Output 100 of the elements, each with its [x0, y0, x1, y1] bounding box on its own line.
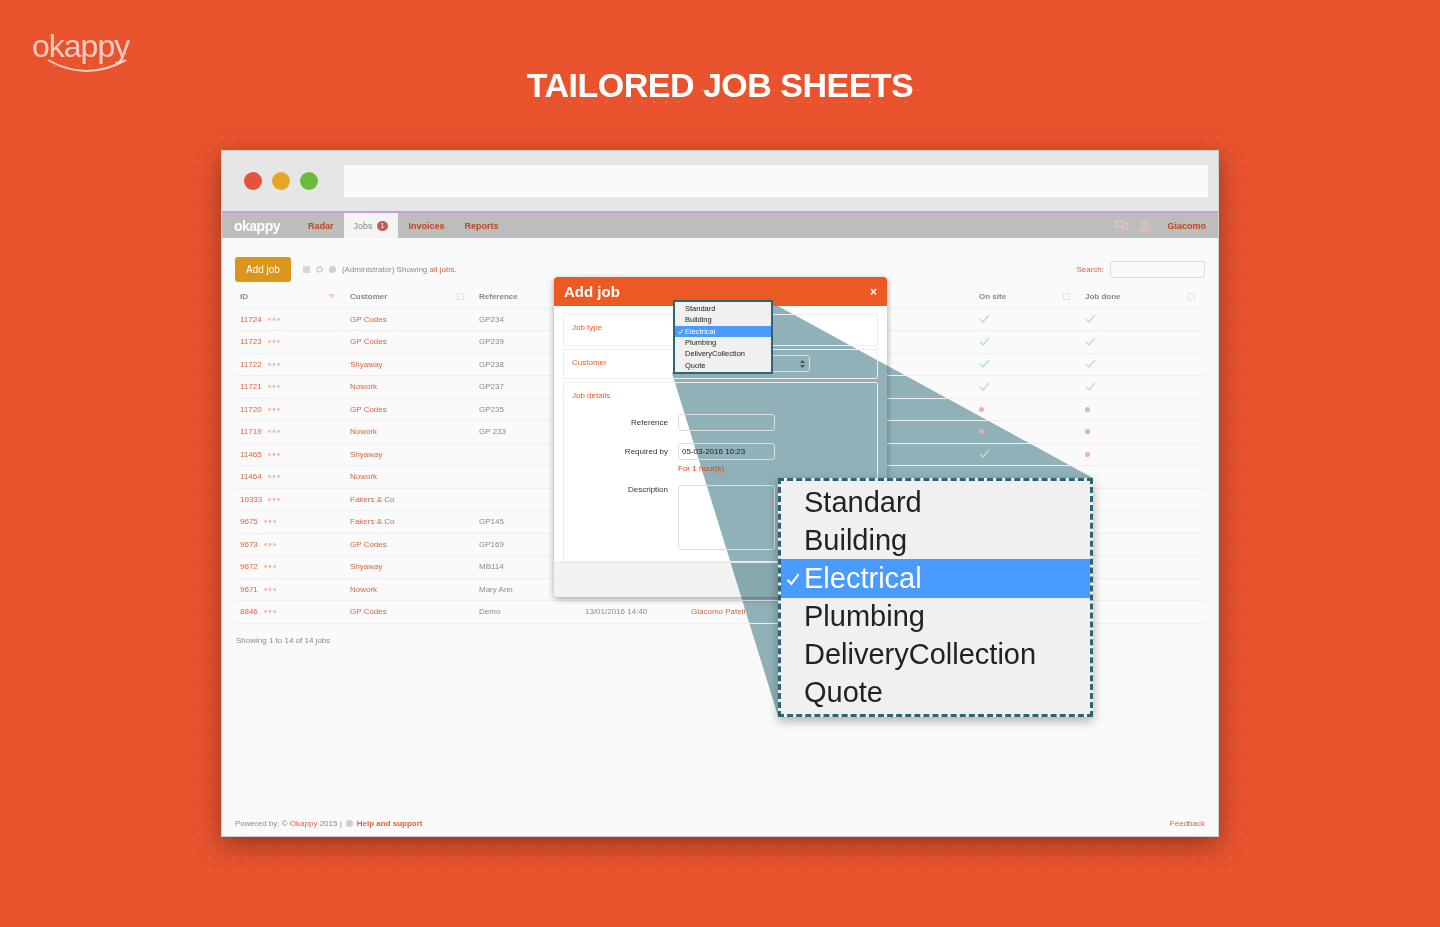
nav-tab[interactable]: Invoices — [398, 213, 455, 238]
date-cell-text: 13/01/2016 14:40 — [584, 607, 649, 617]
add-job-button[interactable]: Add job — [235, 257, 291, 282]
field-label: Required by — [623, 447, 668, 457]
reference-cell-text: GP237 — [478, 382, 505, 392]
customer-link[interactable]: Nowork — [345, 382, 474, 392]
users-icon[interactable] — [1139, 219, 1152, 232]
minimize-light-icon[interactable] — [272, 172, 290, 190]
job-id-link[interactable]: 10333 — [240, 494, 263, 504]
zoom-light-icon[interactable] — [300, 172, 318, 190]
column-header[interactable]: Job done — [1080, 292, 1121, 302]
customer-link[interactable]: Shyaway — [345, 562, 474, 572]
column-header[interactable]: ID — [235, 292, 248, 302]
dropdown-option[interactable]: Plumbing — [781, 597, 1090, 636]
search-field[interactable] — [1110, 261, 1205, 278]
section-label: Customer — [572, 358, 607, 368]
job-id-link[interactable]: 11724 — [240, 314, 262, 324]
customer-link[interactable]: Nowork — [345, 584, 474, 594]
job-id-link[interactable]: 11464 — [240, 472, 262, 482]
more-icon[interactable] — [268, 497, 281, 501]
reference-cell-text: GP235 — [478, 404, 505, 414]
info-icon[interactable] — [328, 266, 336, 273]
app-logo[interactable]: okappy — [234, 217, 280, 234]
dropdown-option[interactable]: Building — [781, 521, 1090, 560]
powered-by-text: Powered by: © Okappy 2015 | — [235, 818, 342, 828]
more-icon[interactable] — [267, 407, 280, 411]
reference-input[interactable] — [678, 414, 775, 432]
role-info-text: (Administrator) Showing all jobs. — [341, 265, 457, 274]
customer-link[interactable]: Nowork — [345, 472, 474, 482]
job-id-link[interactable]: 11721 — [240, 382, 262, 392]
calendar-icon[interactable] — [302, 266, 310, 273]
info-icon — [345, 819, 353, 827]
settings-icon[interactable] — [315, 266, 323, 273]
reference-cell-text: GP234 — [478, 314, 505, 324]
more-icon[interactable] — [267, 385, 280, 389]
customer-link[interactable]: Fakers & Co — [345, 494, 474, 504]
nav-tab[interactable]: Reports — [454, 213, 509, 238]
job-id-link[interactable]: 11722 — [240, 359, 262, 369]
help-link[interactable]: Help and support — [356, 818, 423, 828]
close-button[interactable]: × — [870, 284, 877, 299]
more-icon[interactable] — [267, 452, 280, 456]
column-header[interactable]: On site — [974, 292, 1007, 302]
customer-link[interactable]: GP Codes — [345, 607, 474, 617]
customer-link[interactable]: GP Codes — [345, 314, 474, 324]
job-id-link[interactable]: 11720 — [240, 404, 262, 414]
dropdown-option[interactable]: Quote — [781, 673, 1090, 713]
select-arrows-icon — [800, 359, 805, 368]
customer-link[interactable]: Nowork — [345, 427, 474, 437]
chat-icon[interactable] — [1115, 220, 1130, 231]
job-id-link[interactable]: 9671 — [240, 584, 258, 594]
dropdown-option[interactable]: Electrical — [781, 559, 1090, 598]
okappy-link[interactable]: Okappy — [289, 818, 318, 828]
more-icon[interactable] — [263, 587, 276, 591]
more-icon[interactable] — [263, 610, 276, 614]
reference-cell-text: GP169 — [478, 539, 505, 549]
check-icon — [785, 571, 801, 588]
nav-tab[interactable]: Radar — [298, 213, 344, 238]
column-header[interactable]: Reference — [474, 292, 518, 302]
dialog-title: Add job — [564, 283, 620, 301]
job-id-link[interactable]: 9673 — [240, 539, 258, 549]
more-icon[interactable] — [267, 340, 280, 344]
check-icon — [677, 327, 684, 335]
section-label: Job details — [572, 391, 611, 401]
reference-cell-text: Mary Ann — [478, 584, 514, 594]
user-name[interactable]: Giacomo — [1167, 220, 1206, 231]
more-icon[interactable] — [267, 430, 280, 434]
customer-link[interactable]: GP Codes — [345, 404, 474, 414]
customer-link[interactable]: GP Codes — [345, 337, 474, 347]
headline: TAILORED JOB SHEETS — [526, 66, 914, 106]
sort-icon[interactable] — [328, 294, 335, 300]
reference-cell-text: GP145 — [478, 517, 505, 527]
customer-link[interactable]: Fakers & Co — [345, 517, 474, 527]
dropdown-option[interactable]: DeliveryCollection — [781, 635, 1090, 674]
description-input[interactable] — [678, 485, 775, 551]
customer-link[interactable]: Shyaway — [345, 449, 474, 459]
dropdown-option[interactable]: Standard — [781, 482, 1090, 522]
table-summary: Showing 1 to 14 of 14 jobs — [235, 635, 331, 645]
customer-link[interactable]: Shyaway — [345, 359, 474, 369]
search-label: Search: — [1076, 265, 1104, 274]
feedback-link[interactable]: Feedback — [1169, 818, 1205, 828]
job-id-link[interactable]: 11719 — [240, 427, 262, 437]
customer-link[interactable]: GP Codes — [345, 539, 474, 549]
column-header[interactable]: Customer — [345, 292, 388, 302]
more-icon[interactable] — [267, 475, 280, 479]
job-id-link[interactable]: 11465 — [240, 449, 262, 459]
more-icon[interactable] — [267, 362, 280, 366]
more-icon[interactable] — [263, 542, 276, 546]
more-icon[interactable] — [263, 520, 276, 524]
job-id-link[interactable]: 11723 — [240, 337, 262, 347]
job-id-link[interactable]: 9675 — [240, 517, 258, 527]
more-icon[interactable] — [267, 317, 280, 321]
field-label: Description — [627, 485, 668, 495]
close-light-icon[interactable] — [244, 172, 262, 190]
reference-cell-text: GP239 — [478, 337, 505, 347]
field-label: Reference — [630, 418, 668, 428]
job-id-link[interactable]: 8846 — [240, 607, 258, 617]
more-icon[interactable] — [263, 565, 276, 569]
section-label: Job type — [572, 323, 603, 333]
job-id-link[interactable]: 9672 — [240, 562, 258, 572]
reference-cell-text: MB114 — [478, 562, 505, 572]
